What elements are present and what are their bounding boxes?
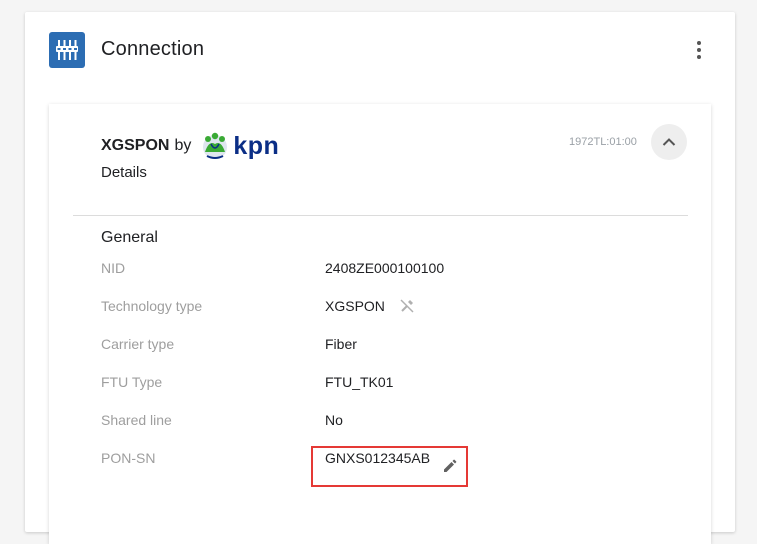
field-label: Carrier type — [101, 336, 175, 352]
connection-card: Connection XGSPON by kpn Details 1972TL:… — [25, 12, 735, 544]
chevron-up-icon — [662, 138, 676, 146]
details-subtitle: Details — [101, 164, 147, 181]
edit-pencil-icon[interactable] — [442, 458, 458, 479]
row-nid: NID 2408ZE000100100 — [101, 260, 661, 280]
fiber-disconnected-icon — [399, 298, 415, 314]
connection-details-card: XGSPON by kpn Details 1972TL:01:00 Gener… — [49, 104, 711, 544]
divider — [73, 215, 688, 216]
field-value: No — [325, 412, 343, 428]
kpn-crown-icon — [203, 132, 228, 159]
page-title: Connection — [101, 38, 205, 60]
connection-plug-icon — [49, 32, 85, 68]
field-value: XGSPON — [325, 298, 385, 314]
provider-line: XGSPON by kpn — [101, 130, 279, 162]
row-ftu-type: FTU Type FTU_TK01 — [101, 374, 661, 394]
field-value: FTU_TK01 — [325, 374, 394, 390]
timestamp: 1972TL:01:00 — [569, 136, 637, 148]
field-value: Fiber — [325, 336, 357, 352]
kpn-logo-text: kpn — [233, 131, 280, 160]
field-label: FTU Type — [101, 374, 163, 390]
section-title-general: General — [101, 229, 158, 246]
field-label: PON-SN — [101, 450, 156, 466]
row-carrier-type: Carrier type Fiber — [101, 336, 661, 356]
technology-name: XGSPON — [101, 137, 170, 154]
field-label: Technology type — [101, 298, 203, 314]
field-label: Shared line — [101, 412, 172, 428]
field-label: NID — [101, 260, 126, 276]
kpn-logo: kpn — [199, 130, 279, 162]
field-value: 2408ZE000100100 — [325, 260, 445, 276]
row-technology-type: Technology type XGSPON — [101, 298, 661, 318]
more-vertical-icon[interactable] — [689, 38, 709, 62]
row-shared-line: Shared line No — [101, 412, 661, 432]
collapse-button[interactable] — [651, 124, 687, 160]
by-label: by — [174, 137, 192, 154]
